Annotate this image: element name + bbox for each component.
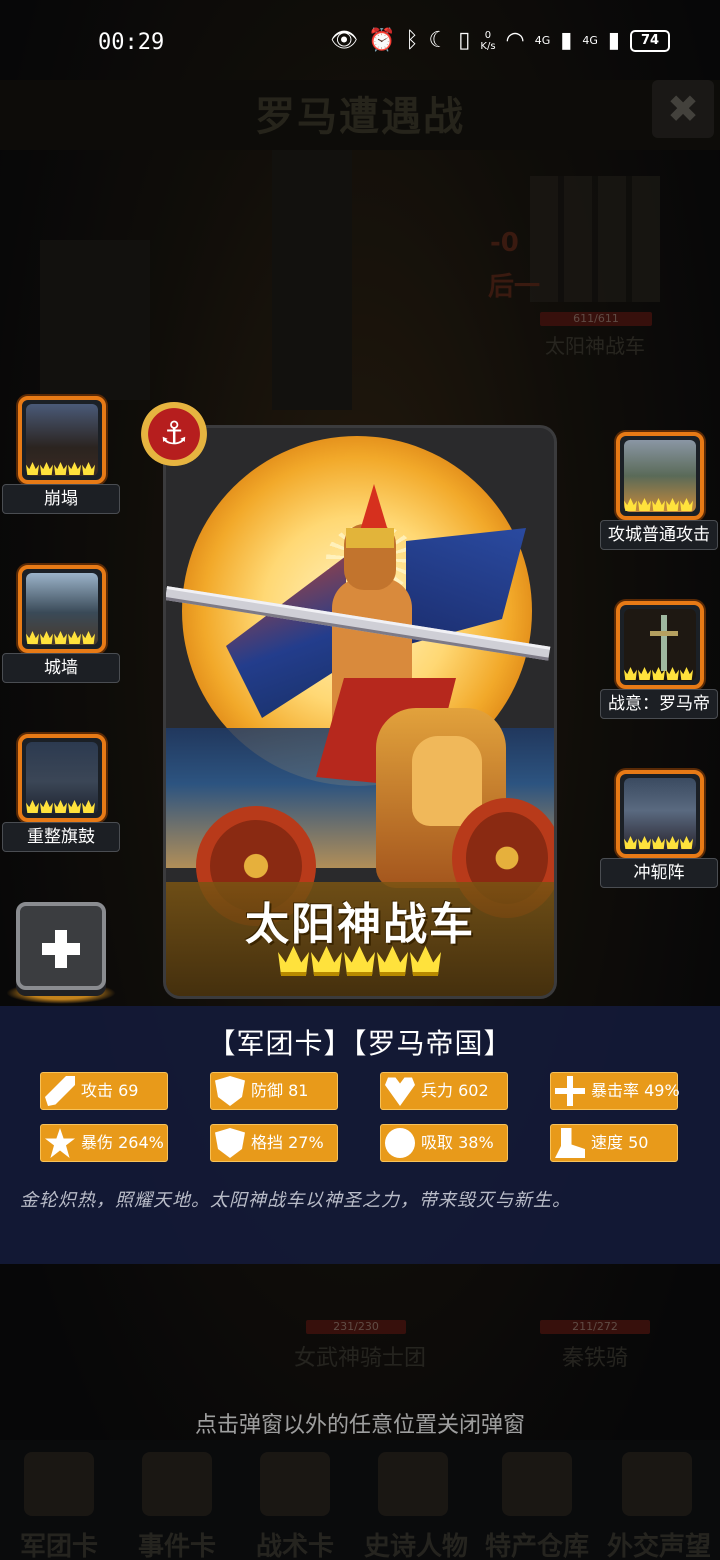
block-icon: [215, 1128, 245, 1158]
stat-attack: 攻击 69: [40, 1072, 168, 1110]
card-type-title: 【军团卡】【罗马帝国】: [207, 1027, 513, 1060]
stat-text: 速度 50: [591, 1133, 649, 1152]
anchor-icon: ⚓: [140, 402, 208, 466]
signal-type: 4G: [534, 34, 551, 47]
skill-label: 冲轭阵: [600, 858, 718, 888]
stat-troops: 兵力 602: [380, 1072, 508, 1110]
skill-stars: [26, 462, 98, 476]
clock: 00:29: [98, 30, 165, 55]
skill-frame: [18, 734, 106, 822]
stat-text: 兵力 602: [421, 1081, 489, 1100]
stat-text: 防御 81: [251, 1081, 309, 1100]
alarm-icon: ⏰: [367, 28, 396, 53]
stat-text: 吸取 38%: [421, 1133, 494, 1152]
battery-icon: 74: [630, 29, 671, 52]
signal-type: 4G: [582, 34, 598, 47]
wifi-icon: ◠: [505, 28, 525, 53]
stat-crit-damage: 暴伤 264%: [40, 1124, 168, 1162]
skill-stars: [624, 498, 696, 512]
stat-absorb: 吸取 38%: [380, 1124, 508, 1162]
skill-label: 战意：罗马帝: [600, 689, 718, 719]
stat-block: 格挡 27%: [210, 1124, 338, 1162]
skill-stars: [26, 800, 98, 814]
crown-star-icon: [311, 946, 342, 976]
stat-text: 暴击率 49%: [591, 1081, 680, 1100]
skill-frame: [18, 565, 106, 653]
card-description: 金轮炽热，照耀天地。太阳神战车以神圣之力，带来毁灭与新生。: [20, 1190, 571, 1211]
skill-label: 重整旗鼓: [2, 822, 120, 852]
status-bar: 00:29 👁 ⏰ ᛒ ☾ ▯ 0 K/s ◠ 4G ▮ 4G ▮ 74: [0, 0, 720, 80]
heart-icon: [385, 1077, 415, 1106]
stat-defense: 防御 81: [210, 1072, 338, 1110]
star-rating: [278, 946, 442, 978]
shield-icon: [215, 1076, 245, 1106]
bluetooth-icon: ᛒ: [405, 28, 419, 53]
add-skill-button[interactable]: [16, 902, 106, 990]
skill-stars: [624, 667, 696, 681]
crown-star-icon: [410, 946, 441, 976]
status-icons: 👁 ⏰ ᛒ ☾ ▯ 0 K/s ◠ 4G ▮ 4G ▮ 74: [330, 28, 671, 53]
stat-speed: 速度 50: [550, 1124, 678, 1162]
plus-icon: [55, 930, 67, 968]
card-name: 太阳神战车: [245, 899, 475, 950]
eye-icon: 👁: [330, 28, 358, 53]
crown-star-icon: [278, 946, 309, 976]
net-speed: 0 K/s: [480, 29, 496, 52]
skill-label: 崩塌: [2, 484, 120, 514]
skill-frame: [616, 770, 704, 858]
boot-icon: [555, 1128, 585, 1158]
absorb-icon: [385, 1128, 415, 1158]
crosshair-icon: [555, 1076, 585, 1106]
skill-frame: [616, 432, 704, 520]
info-panel: 【军团卡】【罗马帝国】 攻击 69 防御 81 兵力 602 暴击率 49% 暴…: [0, 1006, 720, 1264]
stat-text: 暴伤 264%: [81, 1133, 164, 1152]
skill-stars: [624, 836, 696, 850]
crown-star-icon: [377, 946, 408, 976]
moon-icon: ☾: [428, 28, 449, 53]
skill-label: 攻城普通攻击: [600, 520, 718, 550]
stat-text: 格挡 27%: [251, 1133, 324, 1152]
skill-frame: [616, 601, 704, 689]
stat-crit-rate: 暴击率 49%: [550, 1072, 680, 1110]
skill-stars: [26, 631, 98, 645]
skill-frame: [18, 396, 106, 484]
vibrate-icon: ▯: [458, 28, 471, 53]
crown-star-icon: [344, 946, 375, 976]
unit-card: 太阳神战车: [166, 428, 554, 996]
signal-icon: ▮: [607, 28, 621, 53]
stat-text: 攻击 69: [81, 1081, 139, 1100]
signal-icon: ▮: [560, 28, 573, 53]
skill-label: 城墙: [2, 653, 120, 683]
sword-icon: [45, 1076, 75, 1106]
burst-icon: [45, 1128, 75, 1158]
golden-helm: [346, 528, 394, 548]
